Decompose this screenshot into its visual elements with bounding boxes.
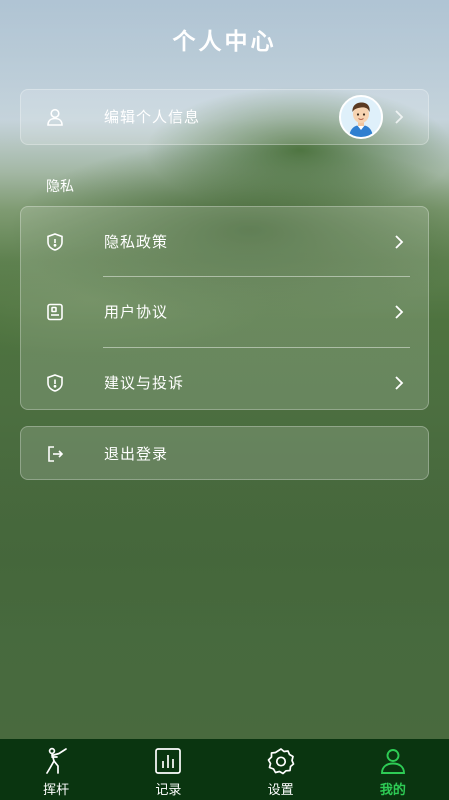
logout-row[interactable]: 退出登录 xyxy=(21,427,428,481)
cartoon-avatar-icon xyxy=(341,97,381,137)
settings-icon xyxy=(267,748,294,775)
privacy-policy-label: 隐私政策 xyxy=(104,233,169,251)
chevron-right-icon xyxy=(395,110,404,124)
tab-mine[interactable]: 我的 xyxy=(337,739,449,800)
chevron-right-icon xyxy=(395,376,404,390)
edit-profile-row[interactable]: 编辑个人信息 xyxy=(21,90,428,144)
feedback-row[interactable]: 建议与投诉 xyxy=(21,356,428,410)
edit-profile-label: 编辑个人信息 xyxy=(104,108,201,126)
tab-records-label: 记录 xyxy=(155,783,182,798)
logout-card[interactable]: 退出登录 xyxy=(20,426,429,480)
tab-settings-label: 设置 xyxy=(267,783,294,798)
shield-icon xyxy=(47,233,63,251)
user-agreement-row[interactable]: 用户协议 xyxy=(21,285,428,339)
bottom-tab-bar: 挥杆 记录 设置 我的 xyxy=(0,739,449,800)
user-icon xyxy=(47,108,63,126)
privacy-section-title: 隐私 xyxy=(46,179,74,195)
feedback-label: 建议与投诉 xyxy=(104,374,185,392)
agreement-icon xyxy=(47,303,63,321)
user-agreement-label: 用户协议 xyxy=(104,303,169,321)
divider xyxy=(103,276,410,277)
user-icon xyxy=(380,749,405,774)
tab-mine-label: 我的 xyxy=(379,783,406,798)
tab-settings[interactable]: 设置 xyxy=(225,739,337,800)
logout-label: 退出登录 xyxy=(104,445,169,463)
divider xyxy=(103,347,410,348)
chevron-right-icon xyxy=(395,305,404,319)
tab-swing[interactable]: 挥杆 xyxy=(0,739,112,800)
tab-swing-label: 挥杆 xyxy=(43,783,70,798)
profile-card[interactable]: 编辑个人信息 xyxy=(20,89,429,145)
page-title: 个人中心 xyxy=(172,29,277,55)
chevron-right-icon xyxy=(395,235,404,249)
logout-icon xyxy=(48,446,64,462)
privacy-card: 隐私政策 用户协议 建议与投诉 xyxy=(20,206,429,410)
chart-icon xyxy=(155,748,182,774)
golfer-icon xyxy=(46,747,67,774)
tab-records[interactable]: 记录 xyxy=(112,739,224,800)
privacy-policy-row[interactable]: 隐私政策 xyxy=(21,215,428,269)
avatar[interactable] xyxy=(339,95,383,139)
shield-alert-icon xyxy=(47,374,63,392)
